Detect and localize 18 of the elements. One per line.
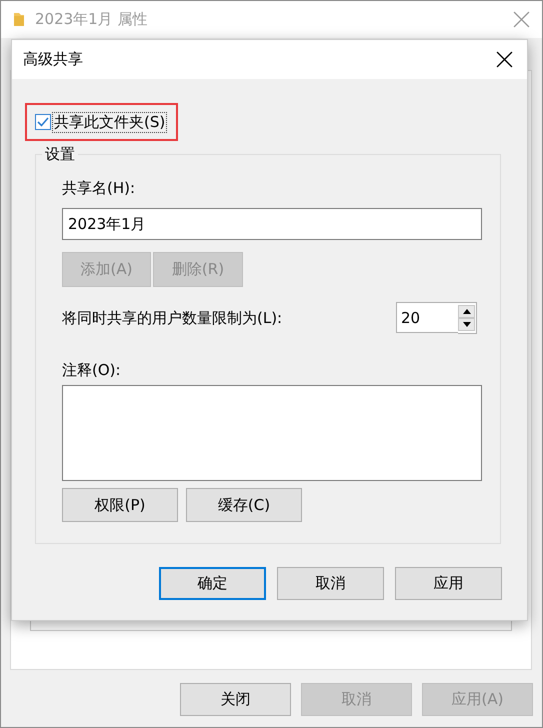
share-name-field[interactable]: 2023年1月 [62, 208, 482, 240]
dialog-button[interactable]: 确定 [159, 567, 266, 600]
window-title: 2023年1月 属性 [35, 9, 148, 30]
field-label: 共享名(H): [62, 178, 136, 198]
dialog-title: 高级共享 [23, 49, 83, 70]
dialog-button[interactable]: 缓存(C) [186, 488, 302, 522]
dialog-button[interactable]: 应用 [395, 567, 502, 600]
checkbox-label[interactable]: 共享此文件夹(S) [52, 112, 168, 132]
folder-icon [13, 12, 25, 27]
field-label: 注释(O): [62, 360, 122, 380]
dialog-button[interactable]: 权限(P) [62, 488, 178, 522]
field-label: 将同时共享的用户数量限制为(L): [62, 308, 282, 328]
window-button[interactable]: 关闭 [180, 683, 291, 716]
group-title: 设置 [42, 144, 78, 164]
checkbox[interactable] [35, 114, 51, 130]
comment-field[interactable] [62, 385, 482, 481]
dialog-button[interactable]: 取消 [277, 567, 384, 600]
close-button[interactable] [496, 51, 513, 68]
